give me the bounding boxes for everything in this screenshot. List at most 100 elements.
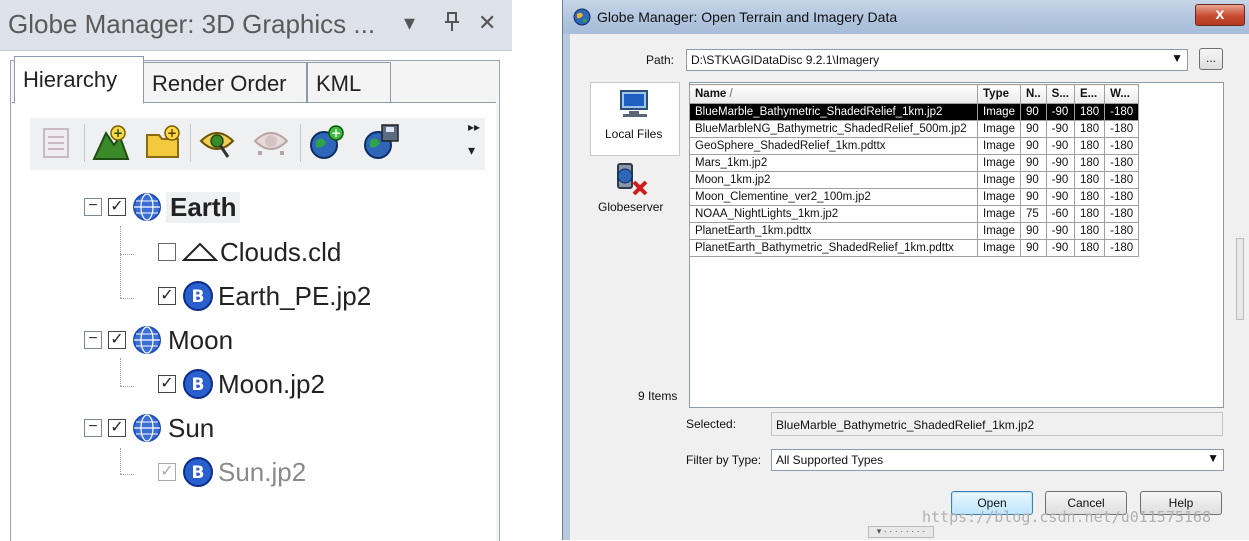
column-header-south[interactable]: S... — [1045, 84, 1075, 104]
table-cell: -180 — [1104, 222, 1140, 240]
table-cell: 180 — [1073, 171, 1106, 189]
panel-title-bar: Globe Manager: 3D Graphics ... ▾ ✕ — [0, 0, 512, 51]
filter-combobox[interactable]: All Supported Types ▼ — [771, 449, 1224, 471]
visibility-checkbox[interactable]: ✓ — [158, 463, 176, 481]
table-cell: PlanetEarth_1km.pdttx — [689, 222, 978, 240]
watermark: https://blog.csdn.net/u011575168 — [922, 508, 1211, 526]
open-folder-icon[interactable]: + — [144, 123, 182, 163]
tree-node-sun-jp2[interactable]: ✓ B Sun.jp2 — [158, 452, 306, 492]
tree-node-moon[interactable]: − ✓ Moon — [84, 320, 235, 360]
table-cell: -180 — [1104, 120, 1140, 138]
table-cell: -90 — [1045, 188, 1075, 206]
visibility-checkbox[interactable]: ✓ — [108, 419, 126, 437]
table-row[interactable]: NOAA_NightLights_1km.jp2 Image 75 -60 180 -18… — [689, 205, 1140, 223]
selected-label: Selected: — [686, 417, 737, 431]
chevron-down-icon[interactable]: ▼ — [1171, 51, 1183, 65]
table-cell: 75 — [1019, 205, 1047, 223]
chevron-down-icon[interactable]: ▼ — [1207, 451, 1219, 465]
table-row[interactable]: Moon_1km.jp2 Image 90 -90 180 -180 — [689, 171, 1140, 189]
panel-resize-grip[interactable] — [1236, 238, 1244, 320]
table-row[interactable]: PlanetEarth_Bathymetric_ShadedRelief_1km… — [689, 239, 1140, 257]
globe-manager-panel: Globe Manager: 3D Graphics ... ▾ ✕ Hiera… — [0, 0, 512, 541]
selected-field[interactable]: BlueMarble_Bathymetric_ShadedRelief_1km.… — [771, 412, 1223, 436]
table-cell: -180 — [1104, 171, 1140, 189]
source-globeserver[interactable]: Globeserver — [590, 160, 678, 216]
column-header-name[interactable]: Name / — [689, 84, 978, 104]
view-icon[interactable] — [198, 123, 236, 163]
table-cell: GeoSphere_ShadedRelief_1km.pdttx — [689, 137, 978, 155]
toolbar-customize-icon[interactable]: ▾ — [468, 142, 475, 159]
column-header-east[interactable]: E... — [1073, 84, 1106, 104]
table-cell: Image — [977, 205, 1021, 223]
visibility-checkbox[interactable]: ✓ — [108, 198, 126, 216]
table-cell: 90 — [1019, 137, 1047, 155]
properties-icon[interactable] — [38, 123, 76, 163]
table-row[interactable]: GeoSphere_ShadedRelief_1km.pdttx Image 90-… — [689, 137, 1140, 155]
browse-button[interactable]: ... — [1199, 48, 1223, 70]
pin-icon[interactable] — [444, 12, 460, 37]
table-cell: Moon_1km.jp2 — [689, 171, 978, 189]
tree-connector — [120, 358, 122, 386]
table-cell: -90 — [1045, 137, 1075, 155]
splitter-grip[interactable]: ▾ · · · · · · · · — [868, 526, 934, 538]
collapse-toggle[interactable]: − — [84, 198, 102, 216]
visibility-checkbox[interactable]: ✓ — [158, 375, 176, 393]
tab-kml[interactable]: KML — [307, 62, 391, 102]
dialog-close-button[interactable]: x — [1195, 4, 1245, 26]
table-row[interactable]: Mars_1km.jp2 Image 90 -90 180 -180 — [689, 154, 1140, 172]
table-cell: Image — [977, 120, 1021, 138]
tree-node-earth-pe[interactable]: ✓ B Earth_PE.jp2 — [158, 276, 371, 316]
file-table: Name / Type N.. S... E... W... BlueMarbl… — [689, 84, 1140, 257]
tree-connector — [120, 386, 134, 388]
globe-icon — [133, 193, 161, 221]
table-row[interactable]: PlanetEarth_1km.pdttx Image 90 -90 180 -180 — [689, 222, 1140, 240]
visibility-checkbox[interactable]: ✓ — [108, 331, 126, 349]
svg-text:+: + — [113, 126, 123, 140]
collapse-toggle[interactable]: − — [84, 419, 102, 437]
column-header-west[interactable]: W... — [1104, 84, 1140, 104]
panel-close-icon[interactable]: ✕ — [478, 10, 496, 36]
table-row[interactable]: Moon_Clementine_ver2_100m.jp2 Image 90 -90 1… — [689, 188, 1140, 206]
svg-text:B: B — [192, 463, 205, 483]
tree-connector — [120, 226, 122, 298]
svg-text:+: + — [331, 126, 341, 140]
visibility-checkbox[interactable] — [158, 243, 176, 261]
table-row[interactable]: BlueMarble_Bathymetric_ShadedRelief_1km.… — [689, 103, 1140, 121]
source-local-files[interactable]: Local Files — [590, 82, 680, 156]
table-cell: 90 — [1019, 154, 1047, 172]
panel-menu-icon[interactable]: ▾ — [404, 10, 415, 36]
globe-icon — [133, 326, 161, 354]
tree-node-earth[interactable]: − ✓ Earth — [84, 187, 241, 227]
table-cell: 180 — [1073, 154, 1106, 172]
add-globe-icon[interactable]: + — [308, 123, 346, 163]
table-cell: Image — [977, 154, 1021, 172]
table-cell: -90 — [1045, 120, 1075, 138]
table-cell: -180 — [1104, 103, 1140, 121]
column-header-north[interactable]: N.. — [1019, 84, 1047, 104]
hierarchy-toolbar: + + + ▸▸ ▾ — [30, 118, 485, 170]
tab-hierarchy[interactable]: Hierarchy — [14, 56, 144, 104]
tree-node-clouds[interactable]: Clouds.cld — [158, 232, 341, 272]
tree-node-sun[interactable]: − ✓ Sun — [84, 408, 216, 448]
globe-icon — [133, 414, 161, 442]
collapse-toggle[interactable]: − — [84, 331, 102, 349]
tab-render-order[interactable]: Render Order — [143, 62, 307, 102]
save-globe-icon[interactable] — [362, 123, 400, 163]
visibility-checkbox[interactable]: ✓ — [158, 287, 176, 305]
column-header-type[interactable]: Type — [977, 84, 1021, 104]
toolbar-separator — [300, 124, 301, 162]
table-cell: 180 — [1073, 103, 1106, 121]
table-row[interactable]: BlueMarbleNG_Bathymetric_ShadedRelief_50… — [689, 120, 1140, 138]
sort-icon: / — [729, 88, 733, 100]
table-cell: Image — [977, 188, 1021, 206]
table-cell: 90 — [1019, 222, 1047, 240]
table-cell: Moon_Clementine_ver2_100m.jp2 — [689, 188, 978, 206]
path-value: D:\STK\AGIDataDisc 9.2.1\Imagery — [691, 53, 880, 67]
computer-icon — [620, 90, 648, 117]
add-terrain-icon[interactable]: + — [92, 123, 130, 163]
tree-node-moon-jp2[interactable]: ✓ B Moon.jp2 — [158, 364, 325, 404]
path-combobox[interactable]: D:\STK\AGIDataDisc 9.2.1\Imagery ▼ — [686, 49, 1188, 71]
toolbar-overflow-icon[interactable]: ▸▸ — [468, 120, 480, 134]
table-cell: 90 — [1019, 188, 1047, 206]
hide-view-icon[interactable] — [252, 123, 290, 163]
